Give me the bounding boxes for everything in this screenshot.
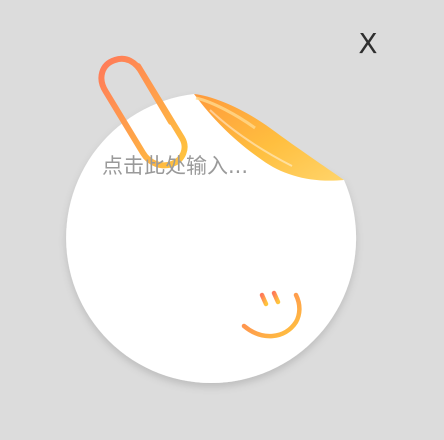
sticky-note-art (66, 55, 357, 383)
note-paper (66, 94, 357, 383)
note-text-input[interactable] (102, 150, 278, 182)
close-button[interactable]: X (352, 26, 384, 62)
close-icon: X (358, 27, 378, 60)
sticky-note-dialog (0, 0, 444, 440)
